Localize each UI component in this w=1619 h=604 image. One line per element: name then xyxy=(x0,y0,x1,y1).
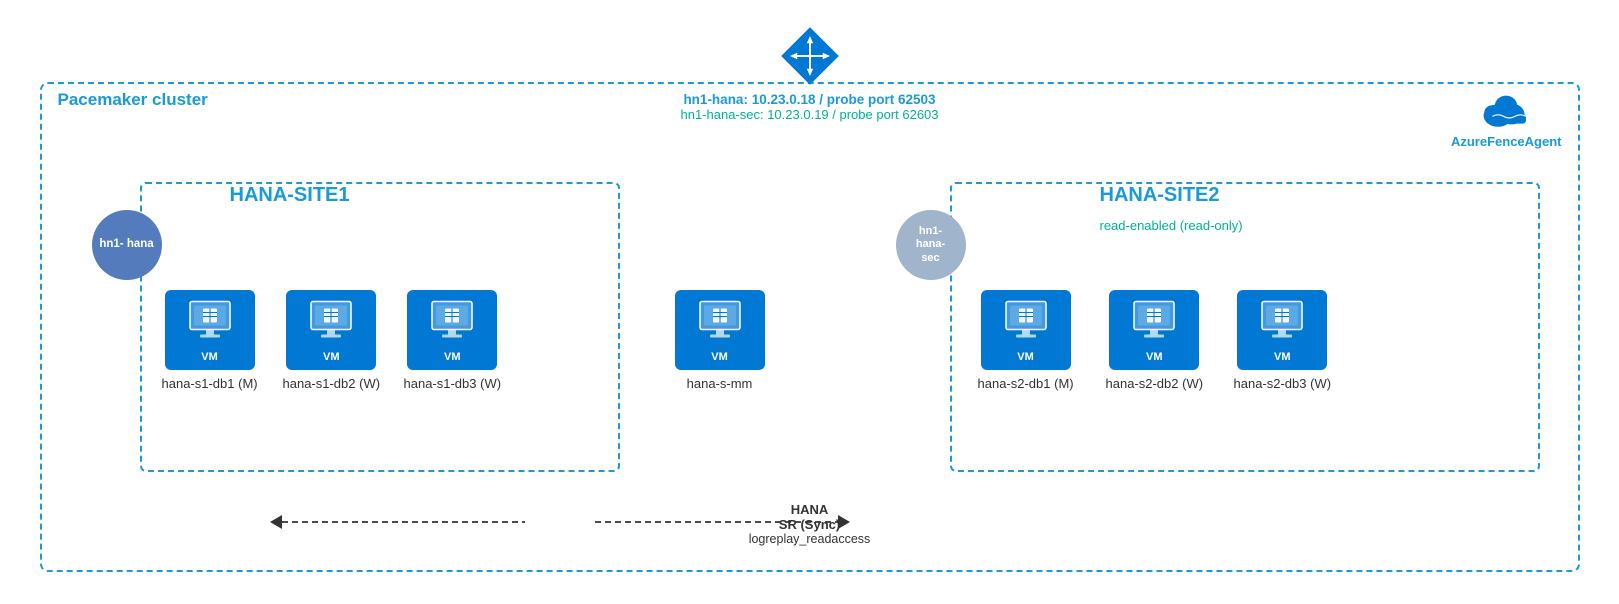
vm-icon-6: VM xyxy=(1237,290,1327,370)
hn1-hana-circle: hn1- hana xyxy=(92,210,162,280)
vm-hana-s2-db3: VM hana-s2-db3 (W) xyxy=(1234,290,1332,391)
vm-icon-3: VM xyxy=(407,290,497,370)
vm-svg-2 xyxy=(306,297,356,347)
vm-hana-s2-db2: VM hana-s2-db2 (W) xyxy=(1106,290,1204,391)
vm-svg-5 xyxy=(1129,297,1179,347)
vm-icon-1: VM xyxy=(165,290,255,370)
vm-name-3: hana-s1-db3 (W) xyxy=(404,376,502,391)
vm-icon-5: VM xyxy=(1109,290,1199,370)
hn1-hana-sec-circle: hn1-hana-sec xyxy=(896,210,966,280)
vm-label-3: VM xyxy=(444,351,461,363)
vm-name-5: hana-s2-db2 (W) xyxy=(1106,376,1204,391)
lb-label-primary: hn1-hana: 10.23.0.18 / probe port 62503 xyxy=(680,92,938,107)
load-balancer-container: hn1-hana: 10.23.0.18 / probe port 62503 … xyxy=(680,24,938,122)
vm-svg-3 xyxy=(427,297,477,347)
vm-name-6: hana-s2-db3 (W) xyxy=(1234,376,1332,391)
vm-hana-s1-db1: VM hana-s1-db1 (M) xyxy=(162,290,258,391)
arrow-labels: HANA SR (Sync) logreplay_readaccess xyxy=(749,502,871,546)
vm-label-1: VM xyxy=(201,351,218,363)
vm-icon-2: VM xyxy=(286,290,376,370)
vm-label-4: VM xyxy=(1017,351,1034,363)
fence-agent-label: AzureFenceAgent xyxy=(1451,134,1562,149)
vm-svg-6 xyxy=(1257,297,1307,347)
vm-label-middle: VM xyxy=(711,351,728,363)
vm-hana-s-mm: VM hana-s-mm xyxy=(675,290,765,391)
site2-label: HANA-SITE2 xyxy=(1100,184,1220,207)
vm-hana-s2-db1: VM hana-s2-db1 (M) xyxy=(978,290,1074,391)
arrow-label-logreplay: logreplay_readaccess xyxy=(749,532,871,546)
vm-name-4: hana-s2-db1 (M) xyxy=(978,376,1074,391)
diagram-wrapper: Pacemaker cluster hn1-hana: 10.23.0.18 /… xyxy=(20,22,1600,582)
vm-svg-4 xyxy=(1001,297,1051,347)
pacemaker-label: Pacemaker cluster xyxy=(58,90,208,110)
site1-label: HANA-SITE1 xyxy=(230,184,350,207)
vm-hana-s1-db3: VM hana-s1-db3 (W) xyxy=(404,290,502,391)
vm-svg-middle xyxy=(695,297,745,347)
vm-hana-s1-db2: VM hana-s1-db2 (W) xyxy=(283,290,381,391)
vm-icon-4: VM xyxy=(981,290,1071,370)
vm-name-1: hana-s1-db1 (M) xyxy=(162,376,258,391)
vm-label-5: VM xyxy=(1146,351,1163,363)
vm-label-6: VM xyxy=(1274,351,1291,363)
arrow-label-hana: HANA xyxy=(749,502,871,517)
vm-svg-1 xyxy=(185,297,235,347)
vm-label-2: VM xyxy=(323,351,340,363)
site2-read-label: read-enabled (read-only) xyxy=(1100,218,1243,233)
vm-name-2: hana-s1-db2 (W) xyxy=(283,376,381,391)
arrow-label-sr: SR (Sync) xyxy=(749,517,871,532)
lb-label-secondary: hn1-hana-sec: 10.23.0.19 / probe port 62… xyxy=(680,107,938,122)
azure-cloud-icon xyxy=(1478,90,1534,130)
lb-labels: hn1-hana: 10.23.0.18 / probe port 62503 … xyxy=(680,92,938,122)
load-balancer-icon xyxy=(778,24,842,88)
vm-icon-middle: VM xyxy=(675,290,765,370)
vm-name-middle: hana-s-mm xyxy=(687,376,753,391)
fence-agent-container: AzureFenceAgent xyxy=(1451,90,1562,149)
